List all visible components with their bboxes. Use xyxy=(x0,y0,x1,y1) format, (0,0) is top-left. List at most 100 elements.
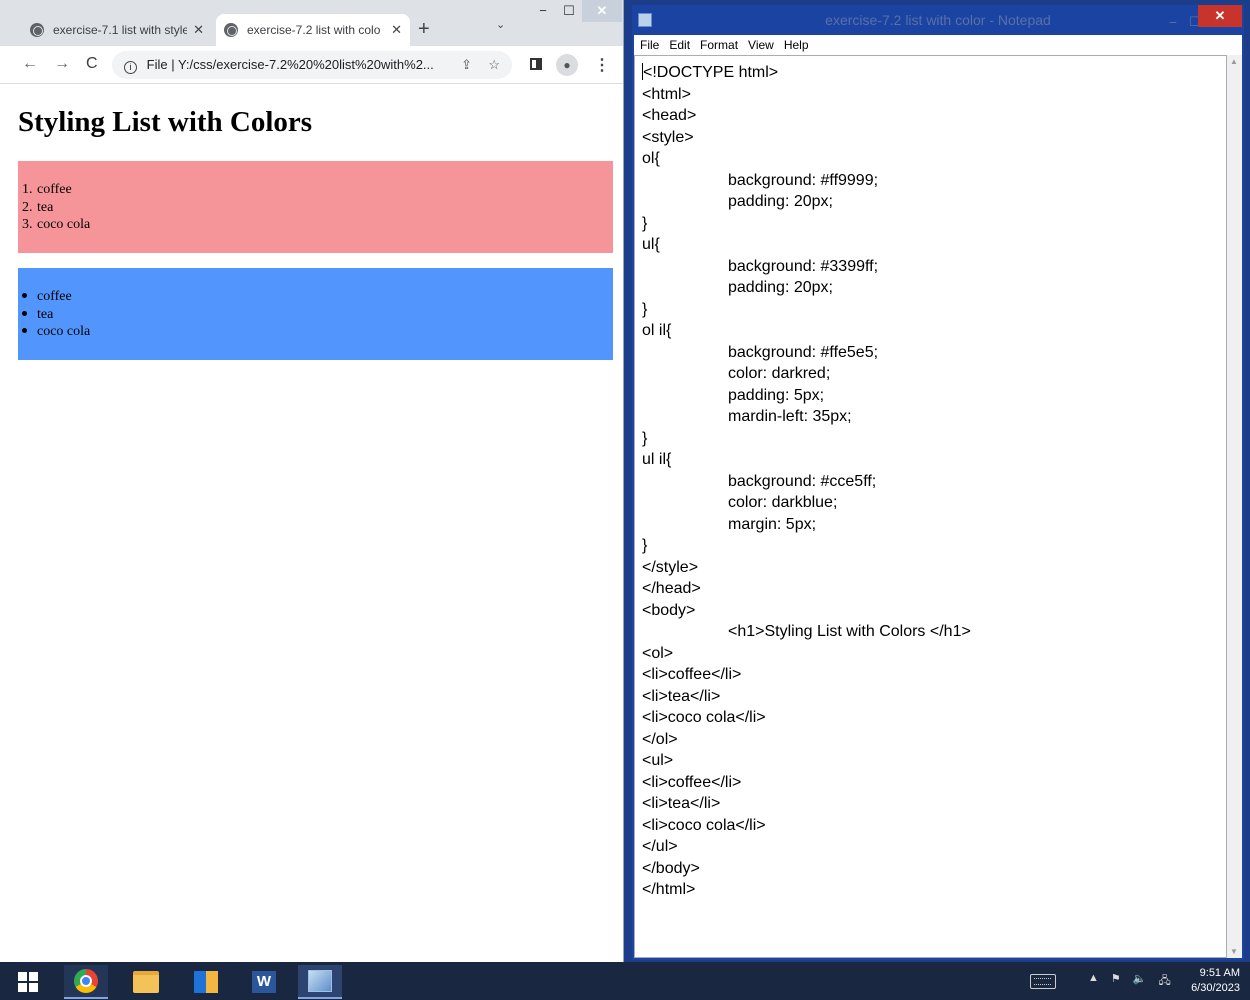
list-item: 2. tea xyxy=(18,199,613,217)
code-line: ol{ xyxy=(642,148,1226,170)
volume-muted-icon[interactable]: 🔈 xyxy=(1133,972,1147,991)
minimize-button[interactable]: − xyxy=(530,0,556,22)
close-tab-icon[interactable]: ✕ xyxy=(391,22,402,38)
code-line-text: ol il{ xyxy=(642,322,672,339)
code-line-text: ul il{ xyxy=(642,451,672,468)
address-bar[interactable]: i File | Y:/css/exercise-7.2%20%20list%2… xyxy=(112,51,512,79)
code-line-text: <ol> xyxy=(642,644,674,662)
tab-strip: exercise-7.1 list with style ✕ exercise-… xyxy=(0,0,623,46)
code-line: } xyxy=(642,428,1226,450)
code-line-text: </style> xyxy=(642,558,699,576)
minimize-button[interactable]: − xyxy=(1162,7,1184,37)
code-line: <li>tea</li> xyxy=(642,686,1226,708)
bullet-icon xyxy=(22,328,27,334)
close-tab-icon[interactable]: ✕ xyxy=(193,22,204,38)
menu-file[interactable]: File xyxy=(640,38,659,52)
new-tab-button[interactable]: + xyxy=(418,16,430,42)
code-line: padding: 20px; xyxy=(642,191,1226,213)
notepad-title-bar[interactable]: exercise-7.2 list with color - Notepad −… xyxy=(632,5,1244,35)
taskbar-word[interactable]: W xyxy=(242,965,286,999)
notepad-window: exercise-7.2 list with color - Notepad −… xyxy=(632,5,1244,960)
touch-keyboard-icon[interactable] xyxy=(1030,974,1056,989)
code-line-text: ol{ xyxy=(642,150,660,167)
window-title: exercise-7.2 list with color - Notepad xyxy=(825,12,1051,28)
code-line: background: #ffe5e5; xyxy=(642,342,1226,364)
scroll-up-icon[interactable]: ▲ xyxy=(1230,57,1238,66)
code-line: <li>coco cola</li> xyxy=(642,815,1226,837)
web-page-content: Styling List with Colors 1. coffee 2. tea … xyxy=(0,84,623,962)
list-item: tea xyxy=(18,306,613,324)
tab-search-chevron-icon[interactable]: ⌄ xyxy=(496,18,505,31)
code-line: <li>tea</li> xyxy=(642,793,1226,815)
system-tray: ▲ ⚑ 🔈 🖧 xyxy=(1088,972,1171,991)
code-line: <body> xyxy=(642,600,1226,622)
maximize-button[interactable]: ☐ xyxy=(556,0,582,22)
clock[interactable]: 9:51 AM 6/30/2023 xyxy=(1178,966,1240,996)
notepad-menu-bar: File Edit Format View Help xyxy=(634,35,1242,55)
taskbar-file-explorer[interactable] xyxy=(124,965,168,999)
code-line-text: <!DOCTYPE html> xyxy=(643,64,779,81)
code-line: </html> xyxy=(642,879,1226,901)
code-line: <h1>Styling List with Colors </h1> xyxy=(642,621,1226,643)
bookmark-star-icon[interactable]: ☆ xyxy=(488,51,500,79)
info-icon[interactable]: i xyxy=(124,61,137,74)
unordered-list: coffee tea coco cola xyxy=(18,268,613,360)
taskbar-app[interactable] xyxy=(184,965,228,999)
tab-exercise-7-2[interactable]: exercise-7.2 list with colo ✕ xyxy=(216,14,410,46)
code-line: <ol> xyxy=(642,643,1226,665)
back-arrow-icon[interactable]: ← xyxy=(22,55,38,73)
code-line-text: <li>coco cola</li> xyxy=(642,709,766,726)
code-line: <li>coffee</li> xyxy=(642,664,1226,686)
action-center-flag-icon[interactable]: ⚑ xyxy=(1111,972,1121,991)
code-line: </ul> xyxy=(642,836,1226,858)
close-window-button[interactable]: ✕ xyxy=(582,0,622,22)
code-line: } xyxy=(642,535,1226,557)
scroll-down-icon[interactable]: ▼ xyxy=(1230,947,1238,956)
menu-format[interactable]: Format xyxy=(700,38,738,52)
list-item-text: coffee xyxy=(37,182,72,197)
menu-view[interactable]: View xyxy=(748,38,774,52)
browser-toolbar: ← → C i File | Y:/css/exercise-7.2%20%20… xyxy=(0,46,623,84)
taskbar-notepad[interactable] xyxy=(298,965,342,999)
start-button[interactable] xyxy=(6,965,50,999)
forward-arrow-icon[interactable]: → xyxy=(54,55,70,73)
code-line-text: <html> xyxy=(642,85,691,103)
profile-avatar-icon[interactable]: ● xyxy=(556,54,578,76)
share-icon[interactable]: ⇪ xyxy=(461,51,472,79)
side-panel-icon[interactable] xyxy=(530,58,542,70)
code-line-text: <li>coco cola</li> xyxy=(642,816,766,834)
close-window-button[interactable]: ✕ xyxy=(1198,5,1242,27)
code-line-text: background: #cce5ff; xyxy=(728,472,877,490)
code-line: mardin-left: 35px; xyxy=(642,406,1226,428)
taskbar-chrome[interactable] xyxy=(64,965,108,999)
url-text: Y:/css/exercise-7.2%20%20list%20with%2..… xyxy=(177,57,434,72)
list-marker: 2. xyxy=(22,199,33,215)
code-line: <li>coco cola</li> xyxy=(642,707,1226,729)
taskbar: W ▲ ⚑ 🔈 🖧 9:51 AM 6/30/2023 xyxy=(0,962,1250,1000)
show-hidden-icons-icon[interactable]: ▲ xyxy=(1088,972,1099,991)
desktop: exercise-7.1 list with style ✕ exercise-… xyxy=(0,0,1250,1000)
tab-exercise-7-1[interactable]: exercise-7.1 list with style ✕ xyxy=(22,14,212,46)
code-line: ol il{ xyxy=(642,320,1226,342)
code-line-text: color: darkred; xyxy=(728,365,831,382)
browser-window: exercise-7.1 list with style ✕ exercise-… xyxy=(0,0,624,962)
reload-icon[interactable]: C xyxy=(86,55,98,73)
code-line: padding: 5px; xyxy=(642,385,1226,407)
list-item-text: tea xyxy=(37,199,54,215)
browser-menu-icon[interactable]: ⋮ xyxy=(594,55,610,75)
menu-help[interactable]: Help xyxy=(784,38,809,52)
notepad-text-area[interactable]: <!DOCTYPE html> <html> <head> <style> ol{bac… xyxy=(634,55,1227,958)
list-marker: 3. xyxy=(22,217,33,233)
code-line-text: <li>coffee</li> xyxy=(642,666,742,683)
code-line-text: <head> xyxy=(642,107,697,124)
word-icon: W xyxy=(252,971,276,993)
code-line-text: </ul> xyxy=(642,838,678,855)
menu-edit[interactable]: Edit xyxy=(669,38,690,52)
list-item-text: coco cola xyxy=(37,217,91,233)
globe-icon xyxy=(224,23,238,37)
network-icon[interactable]: 🖧 xyxy=(1158,972,1170,991)
chrome-icon xyxy=(74,969,98,993)
code-line-text: <body> xyxy=(642,601,696,619)
notepad-icon xyxy=(638,13,652,27)
vertical-scrollbar[interactable]: ▲ ▼ xyxy=(1227,55,1242,958)
